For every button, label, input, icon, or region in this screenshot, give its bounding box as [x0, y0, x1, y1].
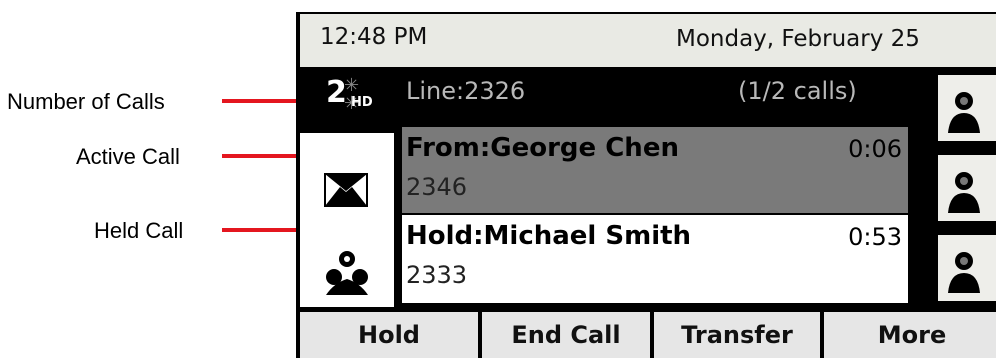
callout-label: Active Call — [76, 144, 180, 169]
hd-badge: HD — [351, 95, 373, 110]
speed-dial-key[interactable] — [936, 233, 996, 303]
hold-softkey[interactable]: Hold — [300, 312, 478, 358]
line-key[interactable]: ✳ ✳ 2 HD — [300, 67, 394, 133]
callout-label: Held Call — [94, 218, 184, 243]
softkey-bar: Hold End Call Transfer More — [300, 312, 996, 358]
caller-name: Hold:Michael Smith — [406, 221, 692, 251]
speed-dial-key[interactable] — [936, 153, 996, 223]
end-call-softkey[interactable]: End Call — [482, 312, 650, 358]
line-label: Line:2326 — [406, 77, 526, 105]
call-timer: 0:53 — [848, 223, 902, 251]
callout-line — [222, 99, 304, 103]
caller-number: 2333 — [406, 261, 468, 289]
person-icon — [948, 252, 980, 293]
active-call-row[interactable]: From:George Chen 0:06 2346 — [402, 127, 908, 213]
held-call-row[interactable]: Hold:Michael Smith 0:53 2333 — [402, 215, 908, 303]
envelope-icon[interactable] — [324, 173, 368, 207]
person-icon — [948, 172, 980, 213]
calls-count: (1/2 calls) — [738, 77, 857, 105]
speed-dial-column — [936, 67, 996, 307]
call-panel: Line:2326 (1/2 calls) From:George Chen 0… — [394, 67, 996, 307]
callout-label: Number of Calls — [7, 89, 165, 114]
call-timer: 0:06 — [848, 135, 902, 163]
status-bar: 12:48 PM Monday, February 25 — [300, 14, 996, 67]
status-time: 12:48 PM — [320, 24, 428, 50]
call-panel-header: Line:2326 (1/2 calls) — [394, 67, 996, 127]
more-softkey[interactable]: More — [824, 312, 996, 358]
speed-dial-key[interactable] — [936, 73, 996, 143]
caller-number: 2346 — [406, 173, 468, 201]
line-key-column: ✳ ✳ 2 HD — [300, 67, 394, 307]
person-icon — [948, 92, 980, 133]
contacts-icon[interactable] — [322, 249, 372, 295]
status-date: Monday, February 25 — [676, 26, 920, 52]
caller-name: From:George Chen — [406, 133, 679, 163]
transfer-softkey[interactable]: Transfer — [654, 312, 820, 358]
call-count: 2 — [326, 75, 347, 110]
phone-screen: 12:48 PM Monday, February 25 ✳ ✳ 2 HD Li… — [296, 12, 996, 358]
